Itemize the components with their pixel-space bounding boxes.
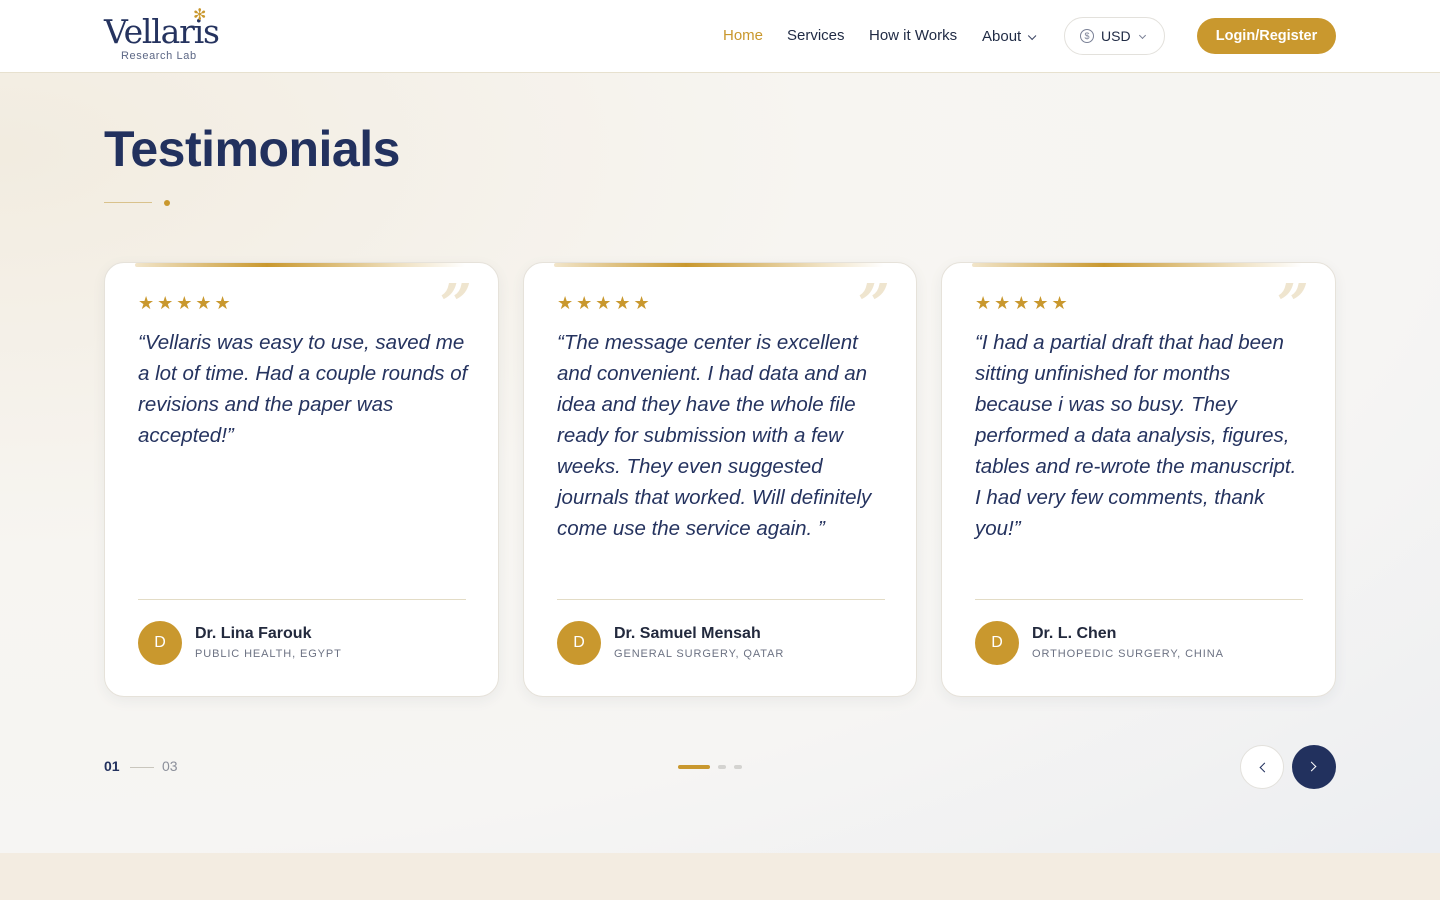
pager-separator [130, 767, 154, 768]
chevron-down-icon [1138, 31, 1147, 40]
author-role: ORTHOPEDIC SURGERY, CHINA [1032, 648, 1224, 660]
star-rating-icon: ★★★★★ [557, 293, 653, 313]
pager-current: 01 [104, 758, 120, 774]
card-accent-bar [135, 263, 465, 267]
author-role: PUBLIC HEALTH, EGYPT [195, 648, 342, 660]
pager-total: 03 [162, 758, 178, 774]
carousel-dot-3[interactable] [734, 765, 742, 769]
author-name: Dr. Samuel Mensah [614, 625, 761, 642]
testimonial-quote: “Vellaris was easy to use, saved me a lo… [138, 331, 468, 447]
nav-item-how-it-works[interactable]: How it Works [869, 27, 957, 44]
card-divider [975, 599, 1303, 600]
avatar: D [975, 621, 1019, 665]
nav-item-services[interactable]: Services [787, 27, 845, 44]
star-rating-icon: ★★★★★ [138, 293, 234, 313]
testimonial-quote: “I had a partial draft that had been sit… [975, 331, 1297, 540]
title-underline [104, 202, 152, 203]
carousel-dot-1[interactable] [678, 765, 710, 769]
title-dot [164, 200, 170, 206]
quote-icon: ” [1276, 272, 1309, 338]
login-register-button[interactable]: Login/Register [1197, 18, 1336, 54]
next-button[interactable] [1292, 745, 1336, 789]
brand-tagline: Research Lab [121, 50, 197, 62]
testimonial-quote: “The message center is excellent and con… [557, 331, 872, 540]
author-name: Dr. L. Chen [1032, 625, 1117, 642]
author-role: GENERAL SURGERY, QATAR [614, 648, 785, 660]
avatar: D [138, 621, 182, 665]
nav-item-home[interactable]: Home [723, 27, 763, 44]
dollar-coin-icon: $ [1080, 29, 1094, 43]
author-name: Dr. Lina Farouk [195, 625, 312, 642]
previous-button[interactable] [1240, 745, 1284, 789]
card-accent-bar [554, 263, 884, 267]
chevron-left-icon [1259, 762, 1270, 773]
next-section-band [0, 853, 1440, 900]
quote-icon: ” [439, 272, 472, 338]
currency-value: USD [1101, 28, 1131, 44]
card-divider [557, 599, 885, 600]
carousel-dot-2[interactable] [718, 765, 726, 769]
avatar: D [557, 621, 601, 665]
page-title: Testimonials [104, 121, 400, 177]
testimonial-card: ★★★★★ ” “Vellaris was easy to use, saved… [104, 262, 499, 697]
card-divider [138, 599, 466, 600]
nav-item-about[interactable]: About [982, 28, 1037, 45]
site-header: Vellaris ✻ Research Lab Home Services Ho… [0, 0, 1440, 73]
chevron-down-icon [1028, 31, 1037, 41]
brand-logo[interactable]: Vellaris ✻ Research Lab [104, 7, 224, 64]
testimonial-card: ★★★★★ ” “I had a partial draft that had … [941, 262, 1336, 697]
testimonial-card: ★★★★★ ” “The message center is excellent… [523, 262, 917, 697]
quote-icon: ” [857, 272, 890, 338]
card-accent-bar [972, 263, 1302, 267]
chevron-right-icon [1306, 761, 1317, 772]
logo-star-icon: ✻ [193, 7, 207, 24]
star-rating-icon: ★★★★★ [975, 293, 1071, 313]
nav-item-about-label: About [982, 28, 1022, 45]
currency-selector[interactable]: $ USD [1064, 17, 1165, 55]
